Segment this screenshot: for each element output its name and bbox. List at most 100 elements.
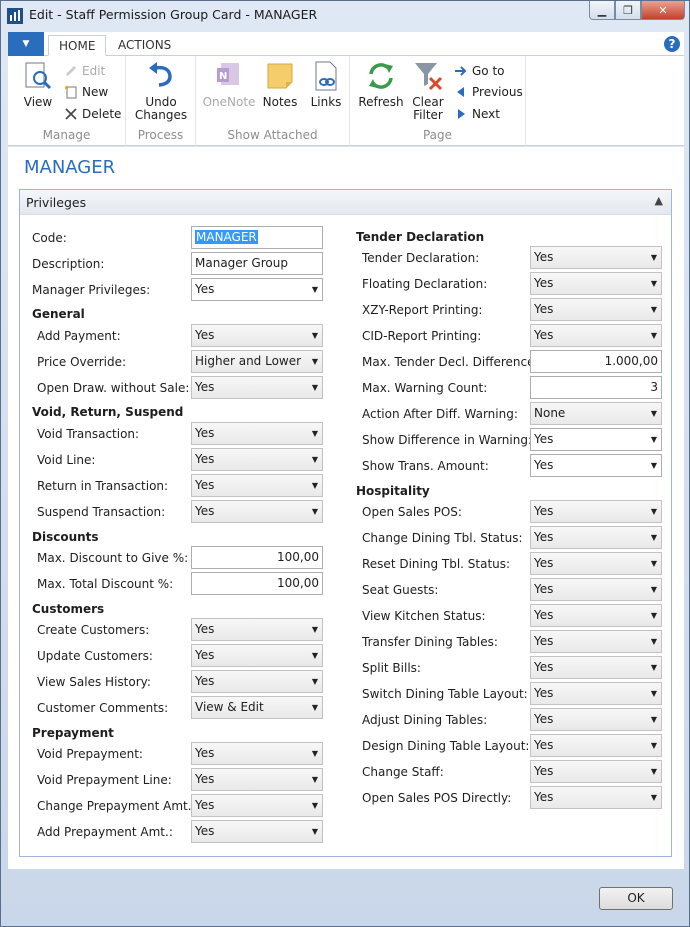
- action-after-warning-select[interactable]: None ▼: [530, 402, 662, 425]
- chevron-down-icon: ▼: [311, 775, 318, 784]
- undo-changes-button[interactable]: Undo Changes: [134, 60, 188, 122]
- restore-button[interactable]: ❐: [615, 1, 641, 20]
- ribbon-group-process: Undo Changes Process: [126, 56, 196, 146]
- fasttab-header[interactable]: Privileges ▲: [20, 190, 671, 215]
- application-menu-button[interactable]: ▼: [8, 32, 44, 56]
- max-discount-input[interactable]: 100,00: [191, 546, 323, 569]
- open-drawer-select[interactable]: Yes ▼: [191, 376, 323, 399]
- void-prepayment-line-select[interactable]: Yes ▼: [191, 768, 323, 791]
- view-button[interactable]: View: [18, 60, 58, 109]
- svg-text:N: N: [219, 71, 227, 82]
- field-label: View Sales History:: [37, 675, 151, 689]
- floating-declaration-select[interactable]: Yes ▼: [530, 272, 662, 295]
- adjust-dining-tables-select[interactable]: Yes ▼: [530, 708, 662, 731]
- field-label: Change Dining Tbl. Status:: [362, 531, 523, 545]
- field-label: Seat Guests:: [362, 583, 439, 597]
- next-button[interactable]: Next: [454, 104, 500, 124]
- group-title: Tender Declaration: [356, 230, 485, 244]
- undo-icon: [149, 62, 172, 87]
- view-kitchen-status-select[interactable]: Yes ▼: [530, 604, 662, 627]
- field-label: Show Difference in Warning:: [362, 433, 533, 447]
- chevron-down-icon: ▼: [650, 767, 657, 776]
- description-label: Description:: [32, 257, 105, 271]
- tab-home[interactable]: HOME: [48, 35, 107, 56]
- change-dining-status-select[interactable]: Yes ▼: [530, 526, 662, 549]
- chevron-down-icon: ▼: [650, 279, 657, 288]
- clear-filter-button[interactable]: Clear Filter: [408, 60, 448, 122]
- field-label: Void Prepayment Line:: [37, 773, 172, 787]
- switch-table-layout-select[interactable]: Yes ▼: [530, 682, 662, 705]
- code-field[interactable]: MANAGER: [191, 226, 323, 249]
- xzy-report-select[interactable]: Yes ▼: [530, 298, 662, 321]
- code-label: Code:: [32, 231, 67, 245]
- ok-button[interactable]: OK: [599, 887, 673, 910]
- show-difference-select[interactable]: Yes ▼: [530, 428, 662, 451]
- chevron-down-icon: ▼: [311, 651, 318, 660]
- chevron-up-icon[interactable]: ▲: [655, 194, 663, 207]
- max-tender-difference-input[interactable]: 1.000,00: [530, 350, 662, 373]
- split-bills-select[interactable]: Yes ▼: [530, 656, 662, 679]
- design-table-layout-select[interactable]: Yes ▼: [530, 734, 662, 757]
- suspend-transaction-select[interactable]: Yes ▼: [191, 500, 323, 523]
- field-label: Transfer Dining Tables:: [362, 635, 498, 649]
- void-prepayment-select[interactable]: Yes ▼: [191, 742, 323, 765]
- view-sales-history-select[interactable]: Yes ▼: [191, 670, 323, 693]
- page-title: MANAGER: [24, 157, 116, 178]
- show-trans-amount-select[interactable]: Yes ▼: [530, 454, 662, 477]
- chevron-down-icon: ▼: [311, 801, 318, 810]
- content-area: MANAGER Privileges ▲ Code: MANAGER Descr…: [8, 147, 684, 869]
- tab-actions[interactable]: ACTIONS: [108, 35, 181, 56]
- app-logo-icon: [7, 8, 23, 24]
- return-in-transaction-select[interactable]: Yes ▼: [191, 474, 323, 497]
- add-payment-select[interactable]: Yes ▼: [191, 324, 323, 347]
- new-button[interactable]: New: [64, 82, 108, 102]
- minimize-button[interactable]: ▁: [589, 1, 615, 20]
- notes-icon: [267, 63, 293, 89]
- field-label: Floating Declaration:: [362, 277, 488, 291]
- go-to-button[interactable]: Go to: [454, 61, 505, 81]
- help-icon[interactable]: ?: [664, 36, 680, 52]
- edit-button[interactable]: Edit: [64, 61, 105, 81]
- max-warning-count-input[interactable]: 3: [530, 376, 662, 399]
- close-button[interactable]: ✕: [641, 1, 685, 20]
- links-icon: [315, 61, 337, 91]
- links-button[interactable]: Links: [306, 60, 346, 109]
- field-label: Change Prepayment Amt.:: [37, 799, 196, 813]
- previous-button[interactable]: Previous: [454, 82, 523, 102]
- open-sales-pos-select[interactable]: Yes ▼: [530, 500, 662, 523]
- create-customers-select[interactable]: Yes ▼: [191, 618, 323, 641]
- open-sales-pos-directly-select[interactable]: Yes ▼: [530, 786, 662, 809]
- transfer-dining-tables-select[interactable]: Yes ▼: [530, 630, 662, 653]
- ribbon-group-label: Show Attached: [227, 128, 318, 142]
- chevron-down-icon: ▼: [311, 383, 318, 392]
- add-prepayment-select[interactable]: Yes ▼: [191, 820, 323, 843]
- cid-report-select[interactable]: Yes ▼: [530, 324, 662, 347]
- field-label: Add Payment:: [37, 329, 121, 343]
- chevron-down-icon: ▼: [311, 455, 318, 464]
- price-override-select[interactable]: Higher and Lower ▼: [191, 350, 323, 373]
- onenote-button[interactable]: N OneNote: [202, 60, 256, 109]
- field-label: Add Prepayment Amt.:: [37, 825, 173, 839]
- field-label: Suspend Transaction:: [37, 505, 166, 519]
- field-label: Void Line:: [37, 453, 96, 467]
- void-line-select[interactable]: Yes ▼: [191, 448, 323, 471]
- clear-filter-icon: [415, 63, 443, 91]
- manager-privileges-select[interactable]: Yes ▼: [191, 278, 323, 301]
- change-prepayment-select[interactable]: Yes ▼: [191, 794, 323, 817]
- customer-comments-select[interactable]: View & Edit ▼: [191, 696, 323, 719]
- field-label: Open Draw. without Sale:: [37, 381, 190, 395]
- ribbon-group-manage: View Edit New Delete Manage: [8, 56, 126, 146]
- description-field[interactable]: Manager Group: [191, 252, 323, 275]
- ribbon-group-page: Refresh Clear Filter Go to Previous Next: [350, 56, 526, 146]
- delete-button[interactable]: Delete: [64, 104, 121, 124]
- update-customers-select[interactable]: Yes ▼: [191, 644, 323, 667]
- refresh-button[interactable]: Refresh: [356, 60, 406, 109]
- field-label: View Kitchen Status:: [362, 609, 486, 623]
- tender-declaration-select[interactable]: Yes ▼: [530, 246, 662, 269]
- change-staff-select[interactable]: Yes ▼: [530, 760, 662, 783]
- void-transaction-select[interactable]: Yes ▼: [191, 422, 323, 445]
- seat-guests-select[interactable]: Yes ▼: [530, 578, 662, 601]
- notes-button[interactable]: Notes: [260, 60, 300, 109]
- max-total-discount-input[interactable]: 100,00: [191, 572, 323, 595]
- reset-dining-status-select[interactable]: Yes ▼: [530, 552, 662, 575]
